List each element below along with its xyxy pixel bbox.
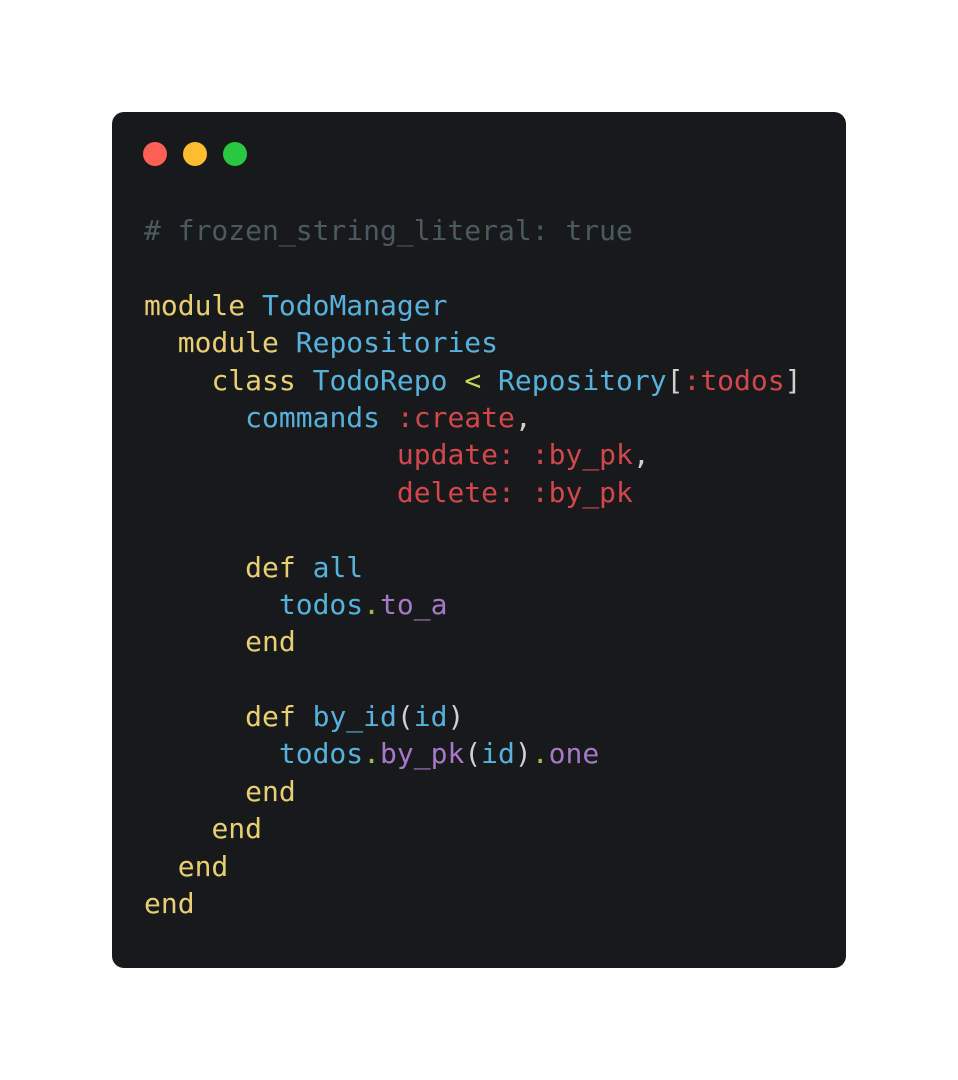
- zoom-button[interactable]: [223, 142, 247, 166]
- code-token-punct: [144, 551, 245, 584]
- code-token-punct: [144, 476, 397, 509]
- code-token-comment: # frozen_string_literal: true: [144, 214, 633, 247]
- code-token-symbol: :by_pk: [531, 438, 633, 472]
- code-line: # frozen_string_literal: true: [144, 212, 801, 249]
- code-token-keyword: end: [245, 625, 296, 659]
- code-token-punct: [279, 326, 296, 359]
- code-token-ident: all: [312, 550, 364, 584]
- code-line: todos.by_pk(id).one: [144, 735, 801, 772]
- code-token-punct: [144, 588, 279, 621]
- code-token-punct: [447, 364, 464, 397]
- code-token-const: TodoRepo: [312, 363, 448, 397]
- code-token-punct: [144, 401, 245, 434]
- code-token-keyword: end: [211, 812, 263, 846]
- code-token-punct: ,: [514, 400, 532, 434]
- code-token-punct: [481, 364, 498, 397]
- code-token-keyword: end: [177, 849, 229, 883]
- code-token-punct: [: [666, 363, 684, 397]
- minimize-button[interactable]: [183, 142, 207, 166]
- code-token-punct: [296, 364, 313, 397]
- code-token-symbol: :by_pk: [531, 475, 633, 509]
- code-token-ident: id: [481, 737, 515, 771]
- code-token-ident: commands: [245, 400, 381, 434]
- code-token-punct: [296, 700, 313, 733]
- code-token-symbol: :create: [396, 400, 515, 434]
- code-token-punct: ): [447, 700, 465, 734]
- code-token-punct: ,: [632, 438, 650, 472]
- code-token-keyword: end: [144, 887, 195, 921]
- code-line: end: [144, 810, 801, 847]
- code-token-dot: .: [531, 737, 549, 771]
- code-line: end: [144, 623, 801, 660]
- code-line: end: [144, 773, 801, 810]
- code-block: # frozen_string_literal: true module Todo…: [144, 212, 801, 922]
- code-line: todos.to_a: [144, 586, 801, 623]
- code-token-ident: todos: [278, 587, 364, 621]
- code-token-punct: [144, 850, 178, 883]
- code-token-keyword: def: [245, 700, 296, 734]
- code-token-punct: [380, 401, 397, 434]
- code-line: commands :create,: [144, 399, 801, 436]
- code-token-symbol: :todos: [683, 363, 785, 397]
- code-token-keyword: module: [177, 326, 279, 360]
- code-line: end: [144, 848, 801, 885]
- code-line: class TodoRepo < Repository[:todos]: [144, 362, 801, 399]
- code-token-punct: [144, 326, 178, 359]
- code-token-keyword: module: [144, 288, 246, 322]
- code-token-punct: [245, 289, 262, 322]
- code-token-op: <: [464, 363, 482, 397]
- code-token-punct: (: [396, 700, 414, 734]
- code-token-punct: [515, 438, 532, 471]
- code-line: update: :by_pk,: [144, 436, 801, 473]
- code-token-keyword: def: [245, 550, 296, 584]
- code-token-punct: [515, 476, 532, 509]
- code-token-punct: [144, 438, 397, 471]
- code-token-const: Repositories: [295, 326, 499, 360]
- code-token-punct: (: [464, 737, 482, 771]
- code-line: end: [144, 885, 801, 922]
- code-token-method: by_pk: [380, 737, 465, 771]
- close-button[interactable]: [143, 142, 167, 166]
- code-token-dot: .: [363, 587, 381, 621]
- code-line: module Repositories: [144, 324, 801, 361]
- code-token-punct: ]: [784, 363, 802, 397]
- code-token-punct: [144, 700, 245, 733]
- code-token-symbol: delete:: [396, 475, 515, 509]
- code-token-ident: by_id: [312, 700, 397, 734]
- code-token-keyword: end: [245, 774, 296, 808]
- code-token-punct: [296, 551, 313, 584]
- code-line: def by_id(id): [144, 698, 801, 735]
- code-token-method: one: [548, 737, 600, 771]
- code-token-punct: [144, 364, 211, 397]
- code-line: delete: :by_pk: [144, 474, 801, 511]
- code-token-punct: ): [514, 737, 532, 771]
- code-token-dot: .: [363, 737, 381, 771]
- code-token-keyword: class: [211, 363, 296, 397]
- code-token-ident: todos: [278, 737, 364, 771]
- code-token-punct: [144, 812, 211, 845]
- code-token-punct: [144, 737, 279, 770]
- code-token-const: Repository: [498, 363, 667, 397]
- code-token-const: TodoManager: [262, 288, 448, 322]
- code-line: module TodoManager: [144, 287, 801, 324]
- code-token-ident: id: [413, 700, 448, 734]
- code-token-punct: [144, 775, 245, 808]
- code-window: # frozen_string_literal: true module Todo…: [112, 112, 846, 968]
- code-token-punct: [144, 625, 245, 658]
- code-token-method: to_a: [380, 587, 448, 621]
- code-line: def all: [144, 549, 801, 586]
- code-token-symbol: update:: [396, 438, 515, 472]
